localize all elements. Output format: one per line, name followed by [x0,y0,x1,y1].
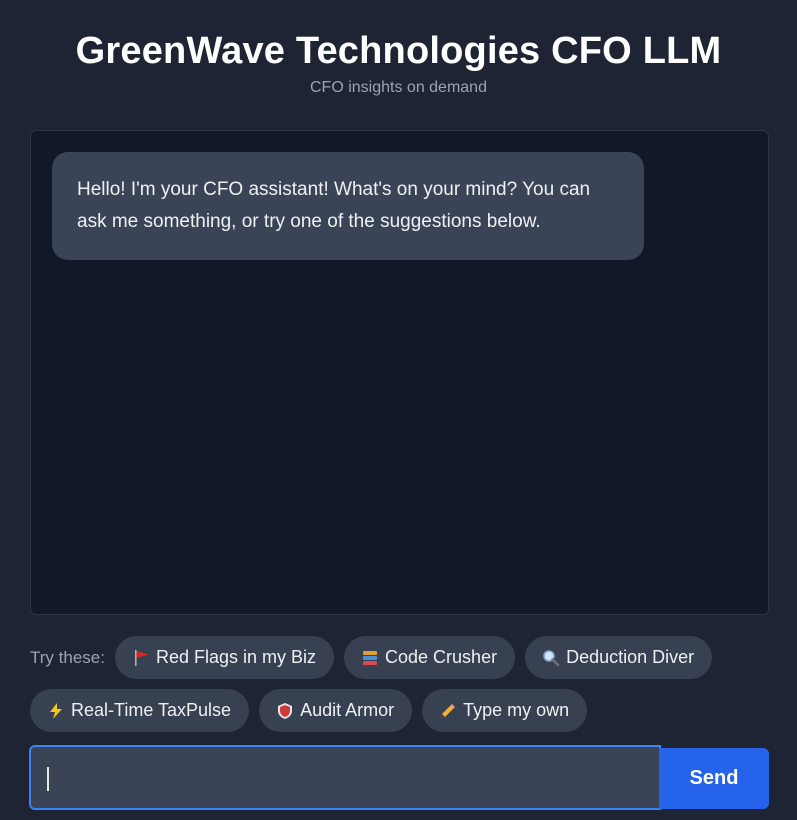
app: GreenWave Technologies CFO LLM CFO insig… [0,0,797,820]
chat-panel[interactable]: Hello! I'm your CFO assistant! What's on… [30,130,769,615]
suggestions-row-1: Try these: Red Flags in my Biz Code Crus… [30,636,713,679]
suggestion-label: Audit Armor [300,700,395,720]
suggestion-deduction-diver[interactable]: Deduction Diver [525,636,713,679]
message-input[interactable] [31,747,659,808]
suggestion-label: Deduction Diver [566,647,695,667]
page-title: GreenWave Technologies CFO LLM [75,30,722,72]
send-button[interactable]: Send [659,748,769,809]
magnifier-icon [542,649,560,667]
assistant-message: Hello! I'm your CFO assistant! What's on… [52,152,644,260]
suggestion-label: Real-Time TaxPulse [71,700,232,720]
suggestion-type-my-own[interactable]: Type my own [422,689,588,732]
books-icon [361,649,379,667]
shield-icon [276,702,294,720]
suggestion-red-flags[interactable]: Red Flags in my Biz [114,636,335,679]
lightning-icon [47,702,65,720]
red-flag-icon [132,649,150,667]
suggestion-label: Code Crusher [385,647,498,667]
suggestion-real-time-taxpulse[interactable]: Real-Time TaxPulse [30,689,250,732]
suggestion-audit-armor[interactable]: Audit Armor [259,689,413,732]
message-input-container [29,745,661,810]
suggestions-label: Try these: [30,647,105,667]
text-caret [47,767,49,791]
pencil-icon [439,702,457,720]
suggestions-row-2: Real-Time TaxPulse Audit Armor Type my o… [30,689,588,732]
page-subtitle: CFO insights on demand [310,79,487,96]
suggestion-label: Red Flags in my Biz [155,647,317,667]
suggestion-label: Type my own [463,700,570,720]
suggestion-code-crusher[interactable]: Code Crusher [344,636,516,679]
